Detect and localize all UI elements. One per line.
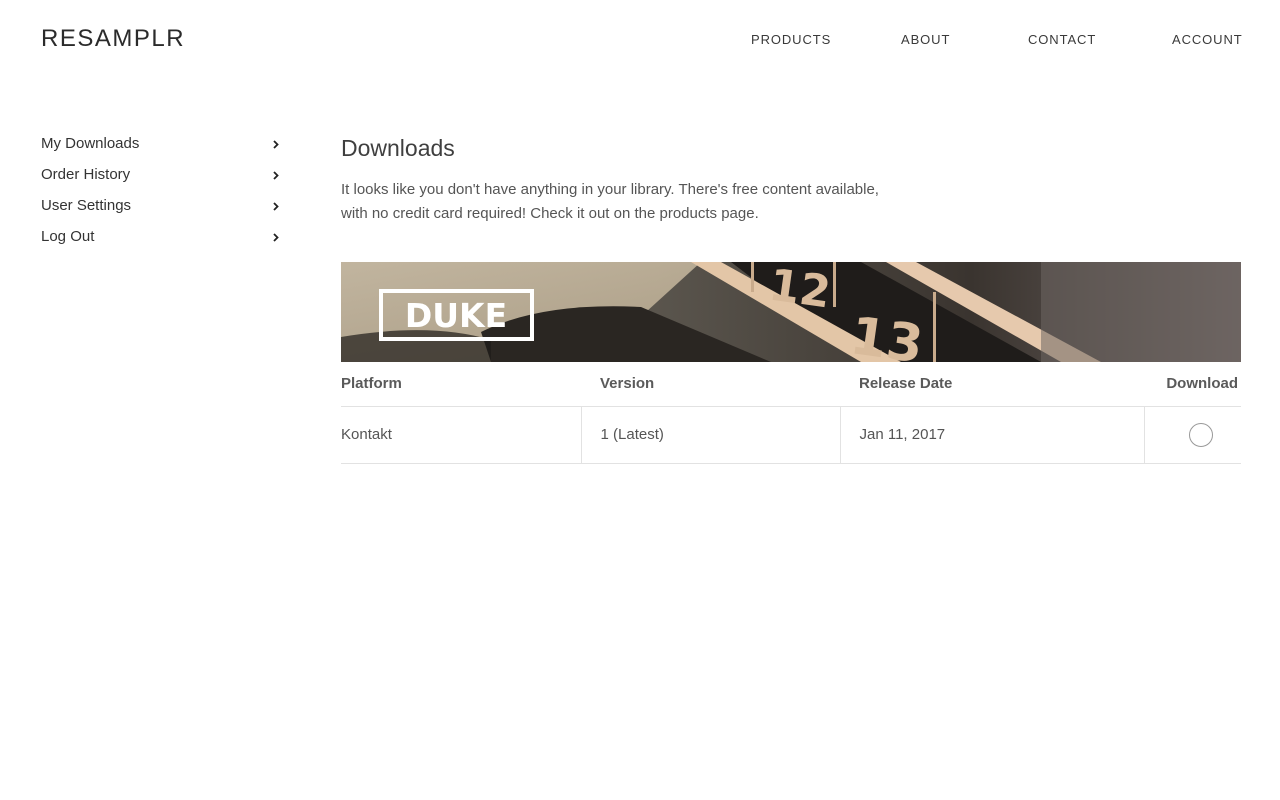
product-banner-title: DUKE xyxy=(405,296,507,335)
product-banner: 12 13 DUKE xyxy=(341,262,1241,362)
banner-digit-13: 13 xyxy=(847,306,927,362)
sidebar-item-label: Log Out xyxy=(41,228,95,245)
nav-account[interactable]: ACCOUNT xyxy=(1172,32,1243,47)
cell-release-date: Jan 11, 2017 xyxy=(839,406,1144,464)
sidebar-item-label: My Downloads xyxy=(41,135,140,152)
sidebar-item-order-history[interactable]: Order History xyxy=(41,165,285,196)
chevron-right-icon xyxy=(273,166,285,186)
chevron-right-icon xyxy=(273,135,285,155)
downloads-table: Platform Version Release Date Download K… xyxy=(341,362,1241,464)
sidebar-item-label: User Settings xyxy=(41,197,132,214)
nav-products[interactable]: PRODUCTS xyxy=(751,32,831,47)
empty-library-message: It looks like you don't have anything in… xyxy=(341,181,879,222)
col-platform: Platform xyxy=(341,362,581,407)
chevron-right-icon xyxy=(273,197,285,217)
col-release-date: Release Date xyxy=(840,362,1144,407)
banner-digit-12: 12 xyxy=(766,262,834,319)
download-radio[interactable] xyxy=(1188,422,1213,447)
sidebar-item-log-out[interactable]: Log Out xyxy=(41,227,285,258)
page-title: Downloads xyxy=(341,135,455,161)
nav-about[interactable]: ABOUT xyxy=(901,32,950,47)
sidebar-item-my-downloads[interactable]: My Downloads xyxy=(41,134,285,165)
col-download: Download xyxy=(1144,362,1241,407)
sidebar-item-user-settings[interactable]: User Settings xyxy=(41,196,285,227)
site-logo[interactable]: RESAMPLR xyxy=(41,25,185,53)
cell-download xyxy=(1143,406,1241,464)
nav-contact[interactable]: CONTACT xyxy=(1028,32,1096,47)
cell-platform: Kontakt xyxy=(341,406,581,464)
col-version: Version xyxy=(581,362,840,407)
chevron-right-icon xyxy=(273,228,285,248)
cell-version: 1 (Latest) xyxy=(580,406,840,464)
sidebar-item-label: Order History xyxy=(41,166,131,183)
table-header-row: Platform Version Release Date Download xyxy=(341,362,1241,407)
table-row: Kontakt 1 (Latest) Jan 11, 2017 xyxy=(341,406,1241,464)
account-sidebar: My Downloads Order History User Settings… xyxy=(41,134,285,258)
